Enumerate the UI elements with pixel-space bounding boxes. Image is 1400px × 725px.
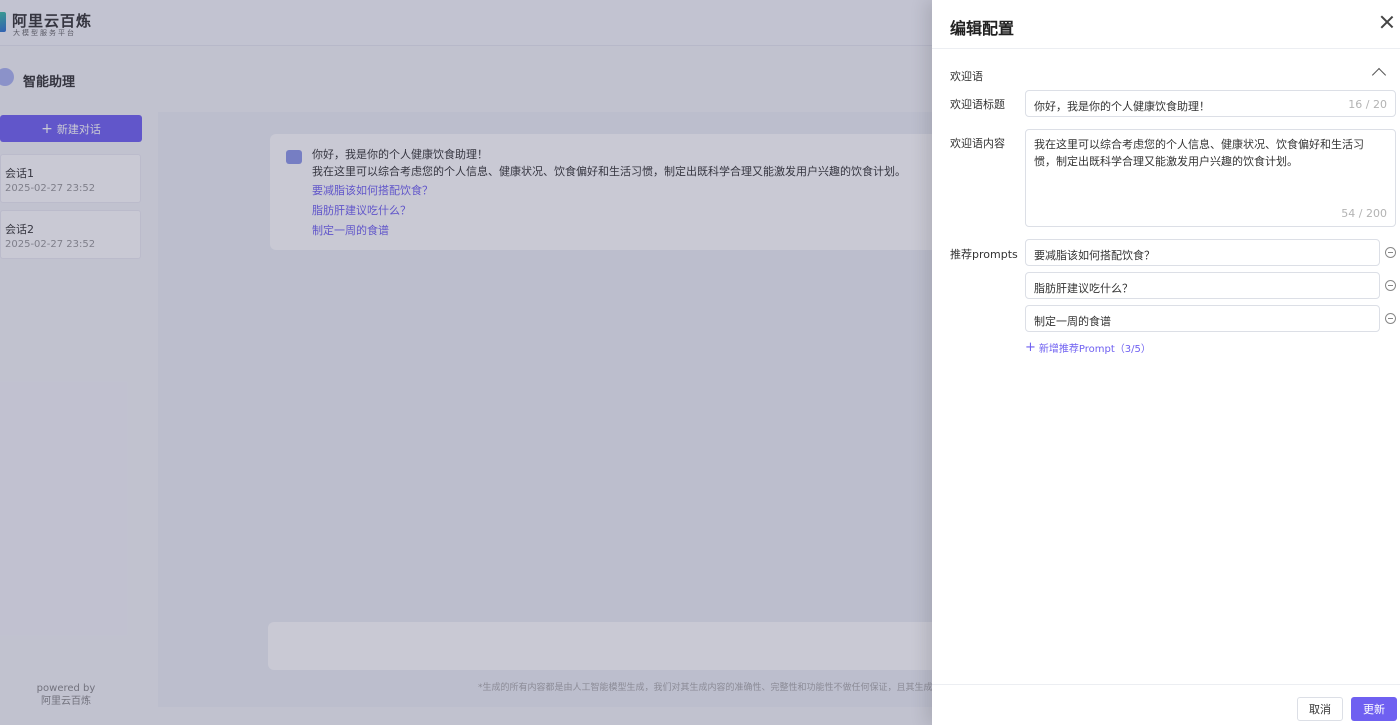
drawer-title: 编辑配置 [950,19,1015,38]
welcome-content-label: 欢迎语内容 [950,137,1005,150]
prompt-input-1[interactable]: 要减脂该如何搭配饮食？ [1025,239,1380,266]
welcome-title-value: 你好，我是你的个人健康饮食助理！ [1034,100,1210,113]
prompts-label: 推荐prompts [950,248,1018,261]
close-icon[interactable] [1379,14,1395,30]
prompt-input-2[interactable]: 脂肪肝建议吃什么？ [1025,272,1380,299]
add-prompt-label: 新增推荐Prompt（3/5） [1038,344,1151,355]
welcome-title-counter: 16 / 20 [1348,98,1387,111]
drawer-header: 编辑配置 [932,0,1400,49]
welcome-title-input[interactable]: 你好，我是你的个人健康饮食助理！ 16 / 20 [1025,90,1396,117]
add-prompt-button[interactable]: + 新增推荐Prompt（3/5） [1025,340,1151,355]
edit-config-drawer: 编辑配置 欢迎语 欢迎语标题 你好，我是你的个人健康饮食助理！ 16 / 20 … [932,0,1400,725]
chevron-up-icon[interactable] [1371,67,1387,83]
welcome-content-counter: 54 / 200 [1341,207,1387,220]
welcome-content-value: 我在这里可以综合考虑您的个人信息、健康状况、饮食偏好和生活习惯，制定出既科学合理… [1034,138,1364,168]
drawer-footer: 取消 更新 [932,684,1400,725]
prompt-value: 制定一周的食谱 [1034,315,1111,328]
remove-prompt-icon[interactable] [1385,247,1396,258]
plus-icon: + [1025,340,1036,355]
cancel-button[interactable]: 取消 [1297,697,1343,721]
prompt-input-3[interactable]: 制定一周的食谱 [1025,305,1380,332]
welcome-content-textarea[interactable]: 我在这里可以综合考虑您的个人信息、健康状况、饮食偏好和生活习惯，制定出既科学合理… [1025,129,1396,227]
remove-prompt-icon[interactable] [1385,313,1396,324]
remove-prompt-icon[interactable] [1385,280,1396,291]
prompt-value: 脂肪肝建议吃什么？ [1034,282,1133,295]
section-label-welcome: 欢迎语 [950,70,983,83]
update-button[interactable]: 更新 [1351,697,1397,721]
welcome-title-label: 欢迎语标题 [950,98,1005,111]
prompt-value: 要减脂该如何搭配饮食？ [1034,249,1155,262]
